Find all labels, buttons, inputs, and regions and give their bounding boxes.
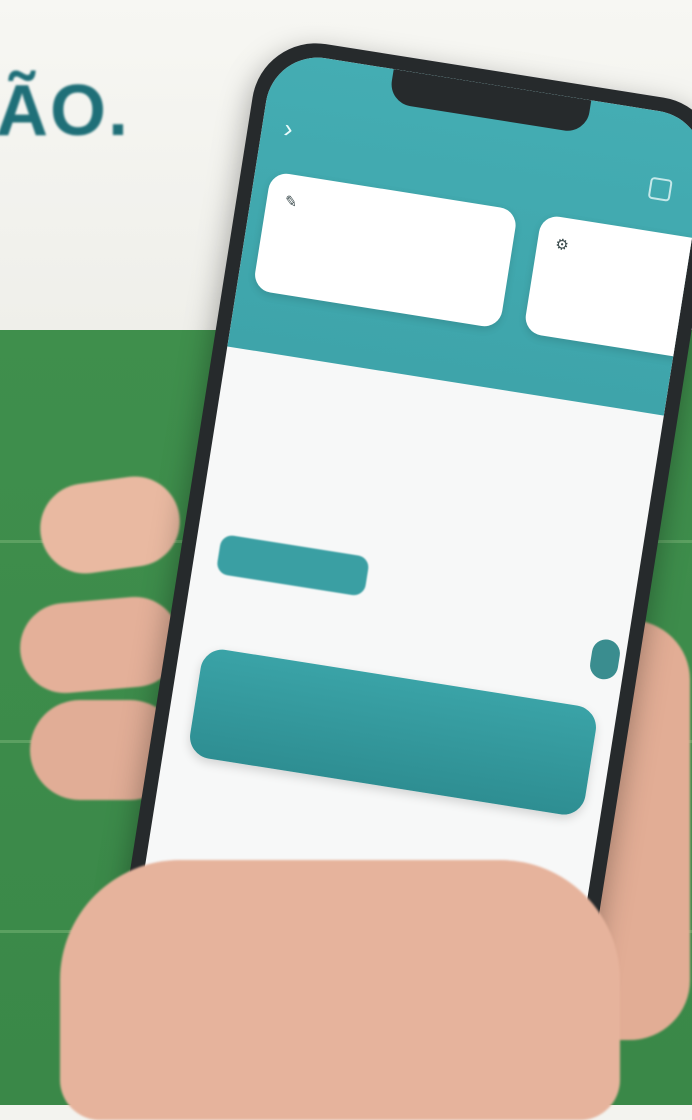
primary-cta-button[interactable] [186, 646, 600, 818]
pencil-icon: ✎ [283, 192, 299, 212]
wall-sign-text: ÃO. [0, 71, 131, 151]
item-action-button[interactable] [215, 533, 371, 597]
card-text [281, 223, 496, 257]
chevron-right-icon[interactable]: › [282, 113, 312, 145]
hand-palm [60, 860, 620, 1120]
gear-icon: ⚙ [554, 235, 570, 255]
quick-card[interactable]: ✎ [252, 171, 519, 329]
square-icon[interactable] [647, 176, 673, 202]
side-chip[interactable] [588, 637, 622, 682]
quick-card[interactable]: ⚙ [523, 214, 692, 372]
card-text [552, 266, 692, 300]
